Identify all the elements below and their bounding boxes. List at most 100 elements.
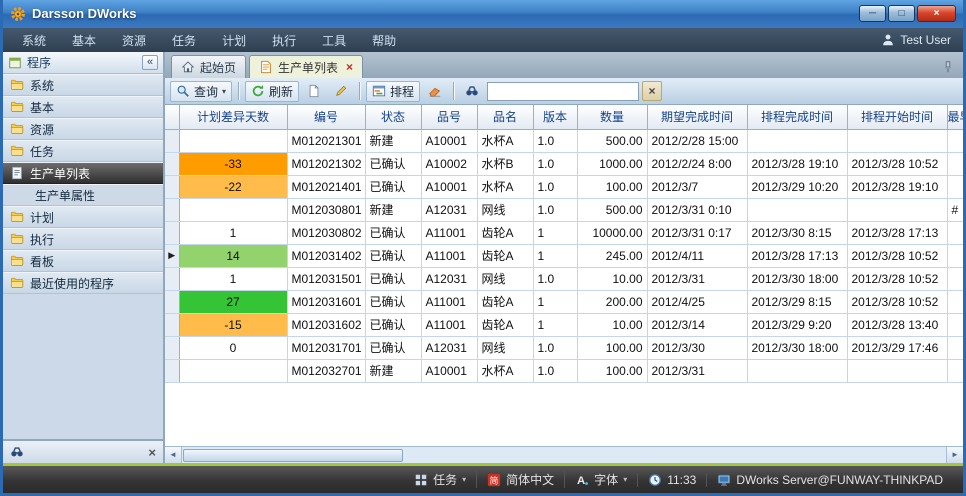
column-header-10[interactable]: 最早开始时间 xyxy=(947,105,963,129)
cell-extra xyxy=(947,175,963,198)
cell-order-no: M012031602 xyxy=(287,313,365,336)
sidebar-item-label: 任务 xyxy=(30,143,54,160)
table-row[interactable]: 27M012031601已确认A11001齿轮A1200.002012/4/25… xyxy=(165,290,963,313)
table-row[interactable]: 1M012030802已确认A11001齿轮A110000.002012/3/3… xyxy=(165,221,963,244)
toolbar-separator xyxy=(238,82,239,100)
cell-sched-start: 2012/3/28 10:52 xyxy=(847,290,947,313)
sidebar-item-1[interactable]: 基本 xyxy=(3,96,163,118)
close-button[interactable]: × xyxy=(917,5,956,22)
scrollbar-thumb[interactable] xyxy=(183,449,403,462)
status-tasks[interactable]: 任务▾ xyxy=(404,471,476,488)
clear-filter-icon[interactable]: × xyxy=(148,445,156,460)
sidebar-item-2[interactable]: 资源 xyxy=(3,118,163,140)
table-row[interactable]: -22M012021401已确认A10001水杯A1.0100.002012/3… xyxy=(165,175,963,198)
status-clock[interactable]: 11:33 xyxy=(637,473,706,487)
cell-item-no: A12031 xyxy=(421,267,477,290)
sidebar-item-9[interactable]: 最近使用的程序 xyxy=(3,272,163,294)
column-header-2[interactable]: 状态 xyxy=(365,105,421,129)
menu-item-3[interactable]: 任务 xyxy=(159,28,209,53)
query-button[interactable]: 查询▾ xyxy=(170,81,232,102)
column-header-6[interactable]: 数量 xyxy=(577,105,647,129)
new-button[interactable] xyxy=(302,81,326,102)
toolbar-buttons: 查询▾ 刷新 排程 xyxy=(170,81,484,102)
table-row[interactable]: 0M012031701已确认A12031网线1.0100.002012/3/30… xyxy=(165,336,963,359)
menu-item-7[interactable]: 帮助 xyxy=(359,28,409,53)
column-header-0[interactable]: 计划差异天数 xyxy=(179,105,287,129)
sidebar-item-3[interactable]: 任务 xyxy=(3,140,163,162)
column-header-7[interactable]: 期望完成时间 xyxy=(647,105,747,129)
column-header-1[interactable]: 编号 xyxy=(287,105,365,129)
find-button[interactable] xyxy=(460,81,484,102)
minimize-button[interactable]: ─ xyxy=(859,5,886,22)
menu-item-1[interactable]: 基本 xyxy=(59,28,109,53)
cell-item-no: A10001 xyxy=(421,129,477,152)
table-row[interactable]: -15M012031602已确认A11001齿轮A110.002012/3/14… xyxy=(165,313,963,336)
toolbar-button-label: 排程 xyxy=(390,83,414,100)
menu-item-5[interactable]: 执行 xyxy=(259,28,309,53)
table-row[interactable]: 1M012031501已确认A12031网线1.010.002012/3/312… xyxy=(165,267,963,290)
menu-item-6[interactable]: 工具 xyxy=(309,28,359,53)
cell-qty: 245.00 xyxy=(577,244,647,267)
scroll-left-arrow-icon[interactable]: ◄ xyxy=(165,447,182,463)
column-header-3[interactable]: 品号 xyxy=(421,105,477,129)
sidebar-item-8[interactable]: 看板 xyxy=(3,250,163,272)
pin-icon[interactable] xyxy=(941,60,955,74)
cell-plan-diff-days: 0 xyxy=(179,336,287,359)
menu-item-0[interactable]: 系统 xyxy=(9,28,59,53)
sidebar-item-0[interactable]: 系统 xyxy=(3,74,163,96)
title-bar[interactable]: Darsson DWorks ─ □ × xyxy=(3,0,963,27)
column-header-4[interactable]: 品名 xyxy=(477,105,533,129)
schedule-button[interactable]: 排程 xyxy=(366,81,420,102)
horizontal-scrollbar[interactable]: ◄ ► xyxy=(165,446,963,463)
cell-order-no: M012030802 xyxy=(287,221,365,244)
tab-1[interactable]: 生产单列表 × xyxy=(249,55,363,78)
clear-search-button[interactable]: × xyxy=(642,81,662,101)
column-header-9[interactable]: 排程开始时间 xyxy=(847,105,947,129)
cell-sched-finish xyxy=(747,129,847,152)
refresh-button[interactable]: 刷新 xyxy=(245,81,299,102)
status-server[interactable]: DWorks Server@FUNWAY-THINKPAD xyxy=(706,473,953,487)
main-panel: 起始页 生产单列表 × 查询▾ 刷新 排程 × 计划差异天数编号状态品号品名版本数量期望… xyxy=(165,52,963,463)
clear-schedule-button[interactable] xyxy=(423,81,447,102)
edit-button[interactable] xyxy=(329,81,353,102)
user-info[interactable]: Test User xyxy=(881,33,957,47)
cell-item-name: 水杯B xyxy=(477,152,533,175)
cell-expected-finish: 2012/3/31 0:10 xyxy=(647,198,747,221)
sidebar-filter[interactable]: × xyxy=(3,439,163,463)
cell-version: 1.0 xyxy=(533,152,577,175)
cell-sched-start: 2012/3/28 10:52 xyxy=(847,267,947,290)
table-row[interactable]: M012030801新建A12031网线1.0500.002012/3/31 0… xyxy=(165,198,963,221)
status-language[interactable]: 简简体中文 xyxy=(476,471,564,488)
row-indicator-cell xyxy=(165,221,179,244)
maximize-button[interactable]: □ xyxy=(888,5,915,22)
tab-close-icon[interactable]: × xyxy=(346,60,353,74)
scroll-right-arrow-icon[interactable]: ► xyxy=(946,447,963,463)
menu-items: 系统基本资源任务计划执行工具帮助 xyxy=(9,28,409,53)
cell-version: 1.0 xyxy=(533,175,577,198)
scrollbar-track[interactable] xyxy=(182,447,946,463)
cell-status: 已确认 xyxy=(365,336,421,359)
cell-expected-finish: 2012/3/30 xyxy=(647,336,747,359)
tab-label: 生产单列表 xyxy=(278,59,338,76)
toolbar-search-input[interactable] xyxy=(487,82,639,101)
table-row[interactable]: M012021301新建A10001水杯A1.0500.002012/2/28 … xyxy=(165,129,963,152)
tab-0[interactable]: 起始页 xyxy=(171,55,246,78)
table-row[interactable]: ▶14M012031402已确认A11001齿轮A1245.002012/4/1… xyxy=(165,244,963,267)
row-indicator-cell xyxy=(165,336,179,359)
sidebar-item-5[interactable]: 生产单属性 xyxy=(3,184,163,206)
menu-item-4[interactable]: 计划 xyxy=(209,28,259,53)
cell-expected-finish: 2012/4/11 xyxy=(647,244,747,267)
sidebar-item-4[interactable]: 生产单列表 xyxy=(3,162,163,184)
cell-sched-finish: 2012/3/28 17:13 xyxy=(747,244,847,267)
sidebar-item-7[interactable]: 执行 xyxy=(3,228,163,250)
menu-item-2[interactable]: 资源 xyxy=(109,28,159,53)
column-header-8[interactable]: 排程完成时间 xyxy=(747,105,847,129)
cell-item-name: 齿轮A xyxy=(477,313,533,336)
column-header-5[interactable]: 版本 xyxy=(533,105,577,129)
table-row[interactable]: -33M012021302已确认A10002水杯B1.01000.002012/… xyxy=(165,152,963,175)
table-row[interactable]: M012032701新建A10001水杯A1.0100.002012/3/31 xyxy=(165,359,963,382)
cell-item-name: 水杯A xyxy=(477,359,533,382)
sidebar-item-6[interactable]: 计划 xyxy=(3,206,163,228)
status-font[interactable]: A字体▾ xyxy=(564,471,637,488)
collapse-sidebar-button[interactable]: « xyxy=(142,55,158,70)
